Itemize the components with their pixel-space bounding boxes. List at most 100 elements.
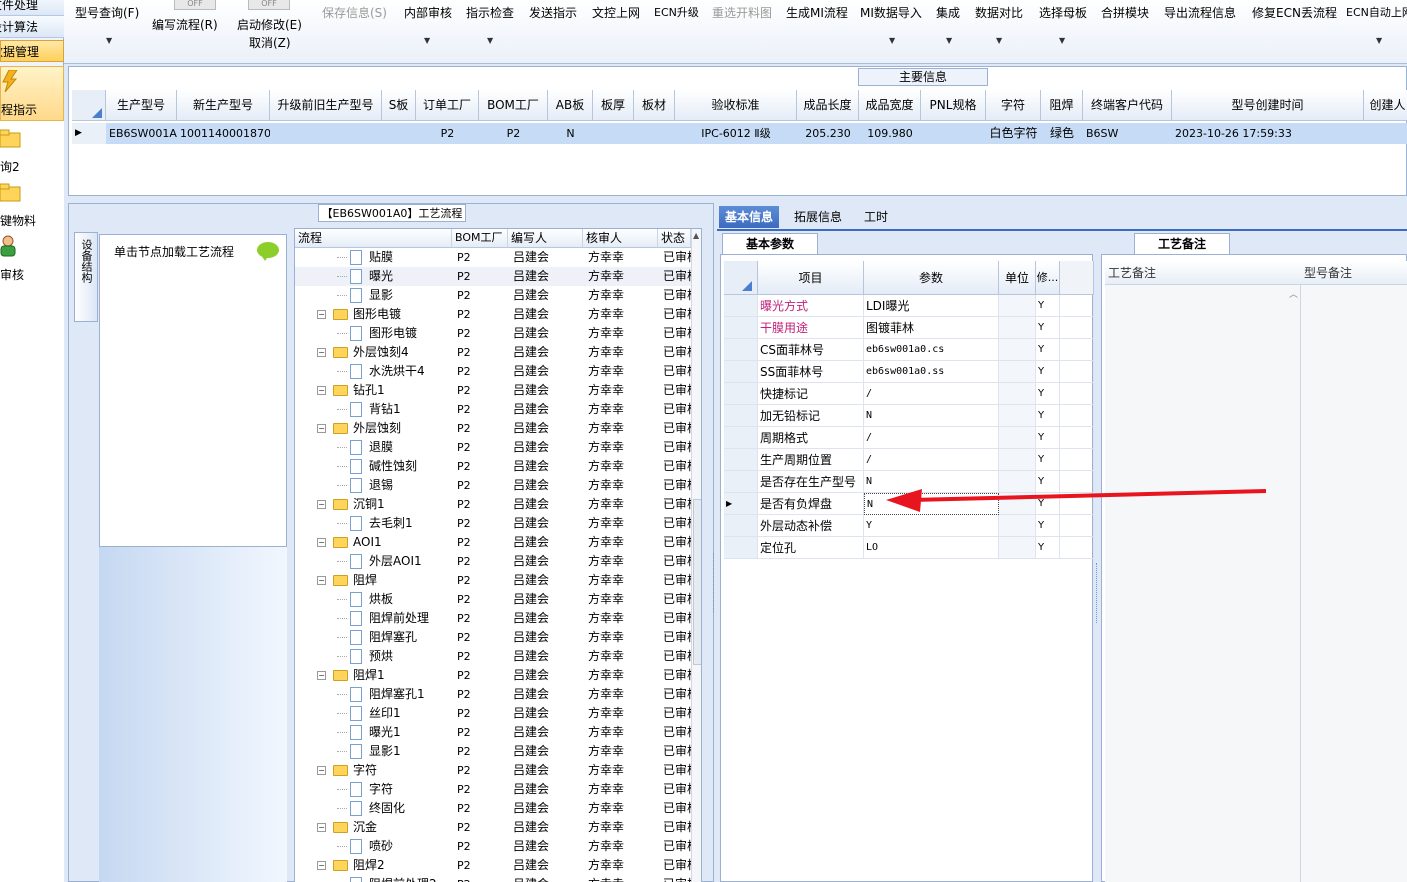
- cell-ab-board[interactable]: N: [548, 123, 593, 144]
- collapse-icon[interactable]: −: [317, 671, 326, 680]
- param-row[interactable]: 快捷标记 / Y: [721, 383, 1094, 405]
- tree-row[interactable]: 贴膜 P2 吕建会 方幸幸 已审核: [295, 248, 691, 267]
- tree-row[interactable]: 碱性蚀刻 P2 吕建会 方幸幸 已审核: [295, 457, 691, 476]
- param-modify-flag[interactable]: Y: [1036, 383, 1060, 405]
- tree-row[interactable]: 背钻1 P2 吕建会 方幸幸 已审核: [295, 400, 691, 419]
- row-indicator[interactable]: [724, 515, 758, 537]
- tree-row[interactable]: 阻焊前处理2 P2 吕建会 方幸幸 已审核: [295, 875, 691, 882]
- ecn-upgrade-button[interactable]: ECN升级: [654, 4, 699, 20]
- param-unit[interactable]: [999, 339, 1036, 361]
- param-unit[interactable]: [999, 471, 1036, 493]
- tree-row[interactable]: 图形电镀 P2 吕建会 方幸幸 已审核: [295, 324, 691, 343]
- tree-row[interactable]: 喷砂 P2 吕建会 方幸幸 已审核: [295, 837, 691, 856]
- tree-row[interactable]: 阻焊塞孔 P2 吕建会 方幸幸 已审核: [295, 628, 691, 647]
- scrollbar-thumb[interactable]: [693, 499, 701, 665]
- param-unit[interactable]: [999, 427, 1036, 449]
- param-value[interactable]: N: [864, 493, 999, 515]
- generate-mi-flow-button[interactable]: 生成MI流程: [786, 4, 848, 21]
- param-row[interactable]: ▶ 是否有负焊盘 N Y: [721, 493, 1094, 515]
- collapse-icon[interactable]: −: [317, 348, 326, 357]
- param-value[interactable]: LDI曝光: [864, 295, 999, 317]
- tree-row[interactable]: 曝光 P2 吕建会 方幸幸 已审核: [295, 267, 691, 286]
- col-header[interactable]: PNL规格: [921, 90, 986, 121]
- nav-item-key-material[interactable]: 关键物料: [0, 178, 64, 233]
- tree-row[interactable]: − AOI1 P2 吕建会 方幸幸 已审核: [295, 533, 691, 552]
- col-header[interactable]: BOM工厂: [479, 90, 548, 121]
- cell-creator[interactable]: [1364, 123, 1407, 144]
- tree-row[interactable]: − 沉金 P2 吕建会 方幸幸 已审核: [295, 818, 691, 837]
- cell-pnl[interactable]: [921, 123, 986, 144]
- tree-row[interactable]: − 外层蚀刻 P2 吕建会 方幸幸 已审核: [295, 419, 691, 438]
- param-modify-flag[interactable]: Y: [1036, 449, 1060, 471]
- dropdown-arrow-icon[interactable]: ▼: [487, 36, 493, 45]
- param-modify-flag[interactable]: Y: [1036, 339, 1060, 361]
- query-model-button[interactable]: 型号查询(F): [75, 4, 139, 21]
- param-value[interactable]: eb6sw001a0.ss: [864, 361, 999, 383]
- collapse-icon[interactable]: −: [317, 424, 326, 433]
- param-value[interactable]: N: [864, 471, 999, 493]
- publish-doc-button[interactable]: 文控上网: [592, 4, 640, 21]
- col-header[interactable]: 成品长度: [797, 90, 859, 121]
- collapse-icon[interactable]: −: [317, 823, 326, 832]
- param-unit[interactable]: [999, 449, 1036, 471]
- tree-row[interactable]: 曝光1 P2 吕建会 方幸幸 已审核: [295, 723, 691, 742]
- tech-remark-textarea[interactable]: ︿: [1105, 285, 1301, 882]
- collapse-icon[interactable]: −: [317, 500, 326, 509]
- tab-basic-info[interactable]: 基本信息: [719, 206, 780, 228]
- reselect-cutting-button[interactable]: 重选开料图: [712, 4, 772, 21]
- param-modify-flag[interactable]: Y: [1036, 537, 1060, 559]
- param-value[interactable]: /: [864, 449, 999, 471]
- col-header-bom[interactable]: BOM工厂: [452, 229, 508, 248]
- repair-ecn-button[interactable]: 修复ECN丢流程: [1252, 4, 1337, 21]
- col-header-tech-remark[interactable]: 工艺备注: [1105, 261, 1301, 285]
- node-hint-box[interactable]: 单击节点加载工艺流程: [99, 234, 287, 547]
- splitter-grip[interactable]: [1096, 563, 1102, 623]
- col-header[interactable]: 终端客户代码: [1083, 90, 1172, 121]
- tree-row[interactable]: 阻焊塞孔1 P2 吕建会 方幸幸 已审核: [295, 685, 691, 704]
- row-indicator[interactable]: [724, 383, 758, 405]
- scroll-up-icon[interactable]: ︿: [1289, 287, 1298, 300]
- col-header-modify[interactable]: 修...: [1036, 261, 1060, 295]
- param-row[interactable]: 曝光方式 LDI曝光 Y: [721, 295, 1094, 317]
- param-unit[interactable]: [999, 537, 1036, 559]
- param-row[interactable]: SS面菲林号 eb6sw001a0.ss Y: [721, 361, 1094, 383]
- merge-module-button[interactable]: 合拼模块: [1101, 4, 1149, 21]
- col-header-status[interactable]: 状态: [658, 229, 691, 248]
- param-modify-flag[interactable]: Y: [1036, 405, 1060, 427]
- param-value[interactable]: /: [864, 427, 999, 449]
- col-header[interactable]: AB板: [548, 90, 593, 121]
- tree-row[interactable]: 丝印1 P2 吕建会 方幸幸 已审核: [295, 704, 691, 723]
- param-value[interactable]: Y: [864, 515, 999, 537]
- splitter-grip[interactable]: [713, 553, 719, 613]
- row-indicator[interactable]: [724, 317, 758, 339]
- tree-row[interactable]: 退锡 P2 吕建会 方幸幸 已审核: [295, 476, 691, 495]
- row-indicator[interactable]: [724, 449, 758, 471]
- model-remark-textarea[interactable]: [1301, 285, 1407, 882]
- send-instruction-button[interactable]: 发送指示: [529, 4, 577, 21]
- collapse-icon[interactable]: −: [317, 538, 326, 547]
- tree-row[interactable]: 预烘 P2 吕建会 方幸幸 已审核: [295, 647, 691, 666]
- col-header-reviewer[interactable]: 核审人: [583, 229, 658, 248]
- row-indicator[interactable]: [724, 537, 758, 559]
- param-row[interactable]: 加无铅标记 N Y: [721, 405, 1094, 427]
- param-modify-flag[interactable]: Y: [1036, 317, 1060, 339]
- cell-bom-factory[interactable]: P2: [479, 123, 548, 144]
- param-unit[interactable]: [999, 493, 1036, 515]
- tree-row[interactable]: 水洗烘干4 P2 吕建会 方幸幸 已审核: [295, 362, 691, 381]
- tree-row[interactable]: 去毛刺1 P2 吕建会 方幸幸 已审核: [295, 514, 691, 533]
- param-row[interactable]: 干膜用途 图镀菲林 Y: [721, 317, 1094, 339]
- col-header[interactable]: 升级前旧生产型号: [270, 90, 382, 121]
- col-header-param[interactable]: 参数: [864, 261, 999, 295]
- collapse-icon[interactable]: −: [317, 766, 326, 775]
- param-value[interactable]: N: [864, 405, 999, 427]
- col-header[interactable]: 新生产型号: [177, 90, 270, 121]
- col-header[interactable]: 创建人: [1364, 90, 1407, 121]
- param-row[interactable]: 定位孔 LO Y: [721, 537, 1094, 559]
- tab-work-hours[interactable]: 工时: [858, 206, 894, 228]
- toggle-switch[interactable]: OFF: [248, 0, 290, 10]
- tree-row[interactable]: 烘板 P2 吕建会 方幸幸 已审核: [295, 590, 691, 609]
- row-indicator[interactable]: [724, 361, 758, 383]
- vertical-scrollbar[interactable]: ▲: [691, 229, 701, 882]
- col-header[interactable]: 成品宽度: [859, 90, 921, 121]
- cell-mask[interactable]: 绿色: [1041, 123, 1083, 144]
